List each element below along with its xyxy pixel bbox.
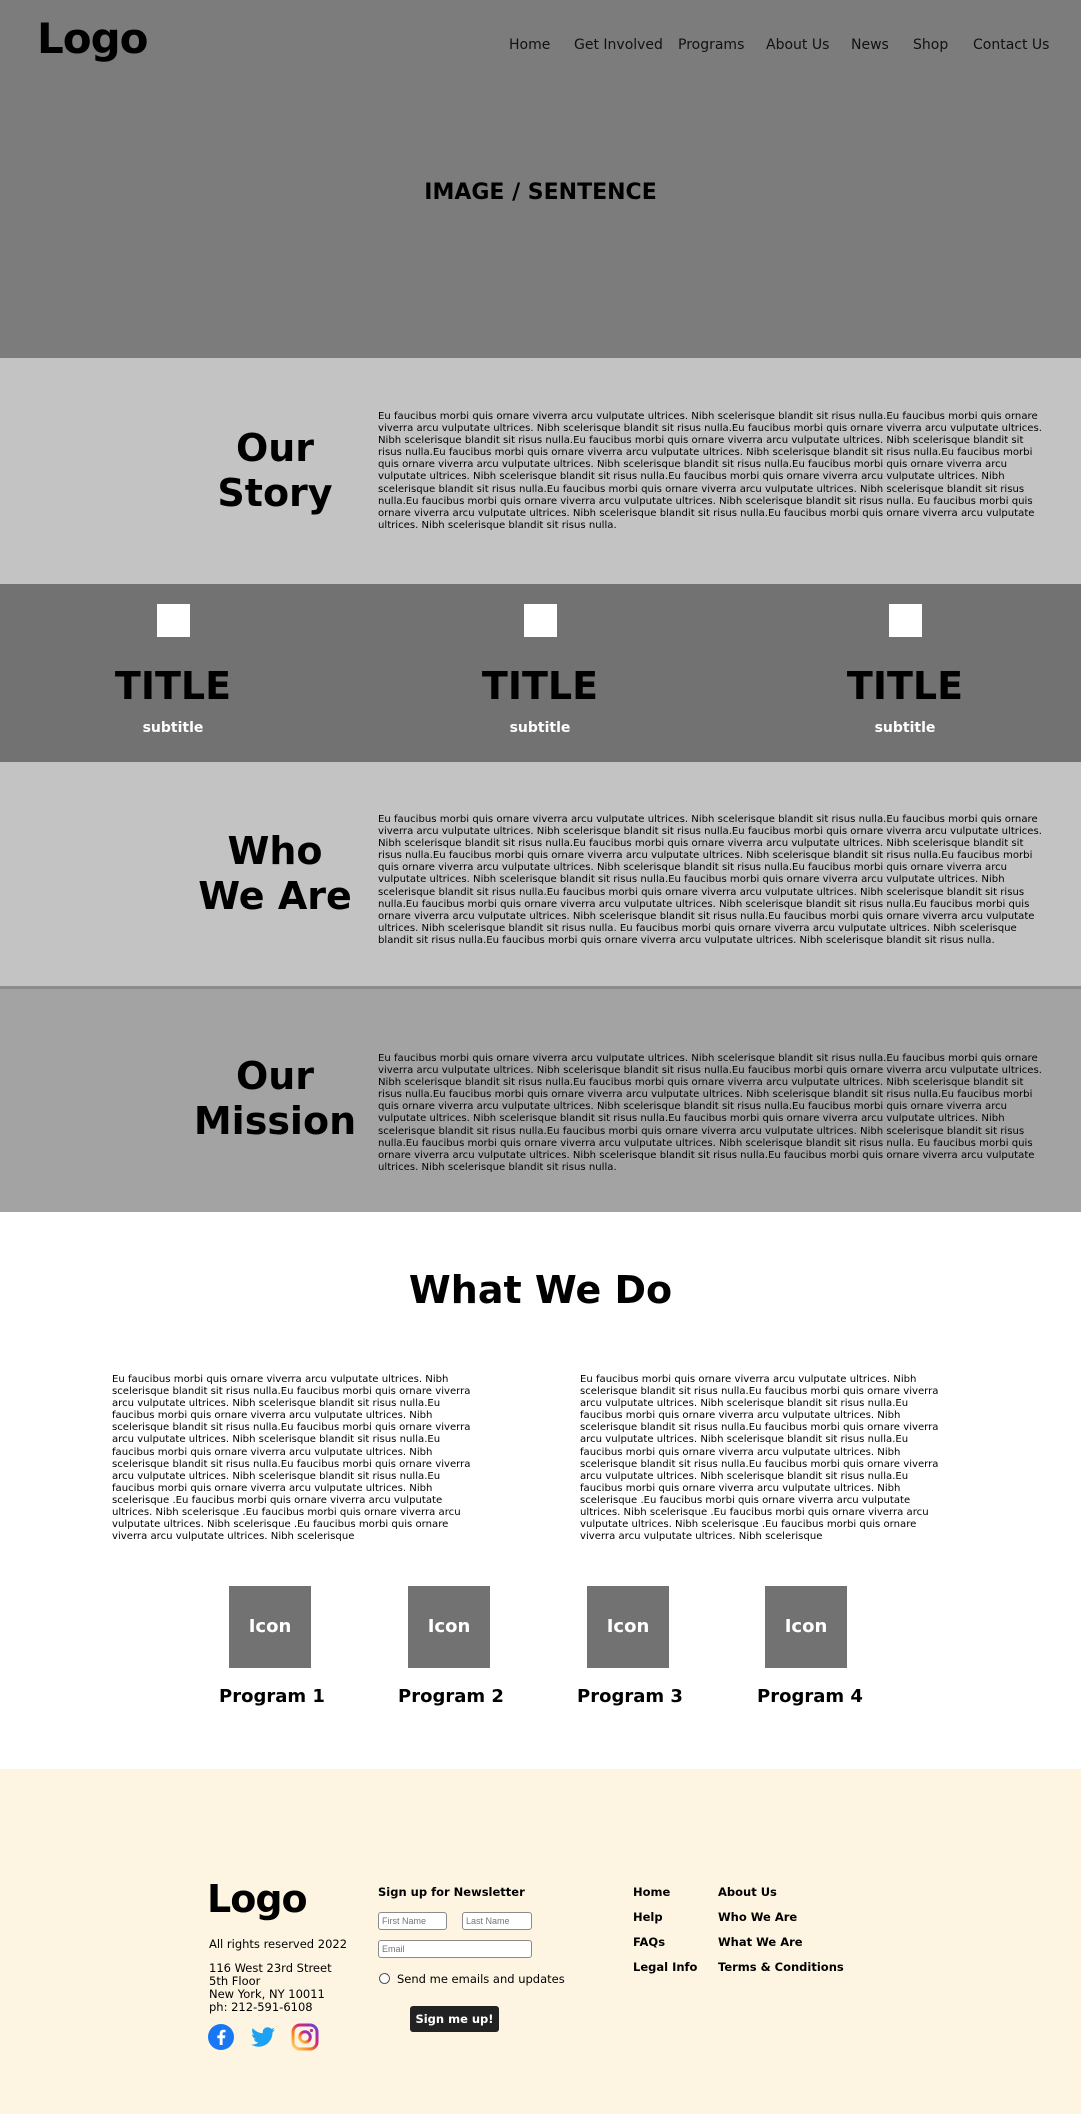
last-name-input[interactable] xyxy=(462,1912,532,1930)
what-we-do-text-right: Eu faucibus morbi quis ornare viverra ar… xyxy=(580,1374,939,1543)
program-label[interactable]: Program 3 xyxy=(550,1686,710,1707)
nav-item-get-involved[interactable]: Get Involved xyxy=(574,37,663,53)
nav-item-news[interactable]: News xyxy=(851,37,889,53)
who-we-are-title-line1: Who xyxy=(227,829,323,873)
nav-item-shop[interactable]: Shop xyxy=(913,37,948,53)
program-label[interactable]: Program 1 xyxy=(192,1686,352,1707)
instagram-icon[interactable] xyxy=(291,2023,319,2051)
feature-subtitle: subtitle xyxy=(874,720,936,736)
our-story-title-line2: Story xyxy=(217,471,333,515)
who-we-are-title: Who We Are xyxy=(175,829,375,919)
feature-subtitle: subtitle xyxy=(509,720,571,736)
program-label[interactable]: Program 4 xyxy=(730,1686,890,1707)
footer-logo[interactable]: Logo xyxy=(207,1877,308,1921)
footer: Logo All rights reserved 2022 116 West 2… xyxy=(0,1769,1081,2114)
first-name-input[interactable] xyxy=(378,1912,447,1930)
nav-item-home[interactable]: Home xyxy=(509,37,550,53)
sign-up-button[interactable]: Sign me up! xyxy=(410,2006,499,2032)
hero-text: IMAGE / SENTENCE xyxy=(424,180,657,205)
hero-section: Logo Home Get Involved Programs About Us… xyxy=(0,0,1081,358)
footer-link-legal-info[interactable]: Legal Info xyxy=(633,1960,697,1974)
feature-image-placeholder xyxy=(889,604,922,637)
program-icon[interactable]: Icon xyxy=(765,1586,847,1668)
our-mission-body: Eu faucibus morbi quis ornare viverra ar… xyxy=(378,1053,1042,1173)
feature-title: TITLE xyxy=(114,664,232,708)
footer-link-faqs[interactable]: FAQs xyxy=(633,1935,665,1949)
feature-image-placeholder xyxy=(524,604,557,637)
program-icon[interactable]: Icon xyxy=(229,1586,311,1668)
what-we-do-text-left: Eu faucibus morbi quis ornare viverra ar… xyxy=(112,1374,471,1543)
footer-link-what-we-are[interactable]: What We Are xyxy=(718,1935,803,1949)
footer-link-help[interactable]: Help xyxy=(633,1910,663,1924)
feature-strip: TITLE subtitle TITLE subtitle TITLE subt… xyxy=(0,584,1081,762)
copyright-text: All rights reserved 2022 xyxy=(209,1937,348,1951)
footer-link-about-us[interactable]: About Us xyxy=(718,1885,777,1899)
feature-subtitle: subtitle xyxy=(142,720,204,736)
our-mission-title: Our Mission xyxy=(175,1054,375,1144)
our-story-title: Our Story xyxy=(175,426,375,516)
footer-link-home[interactable]: Home xyxy=(633,1885,670,1899)
address-block: 116 West 23rd Street 5th Floor New York,… xyxy=(209,1962,332,2014)
nav-item-contact-us[interactable]: Contact Us xyxy=(973,37,1049,53)
our-story-body: Eu faucibus morbi quis ornare viverra ar… xyxy=(378,411,1042,531)
phone-number: ph: 212-591-6108 xyxy=(209,2000,313,2014)
nav-item-programs[interactable]: Programs xyxy=(678,37,744,53)
facebook-icon[interactable] xyxy=(207,2023,235,2051)
program-icon[interactable]: Icon xyxy=(587,1586,669,1668)
newsletter-title: Sign up for Newsletter xyxy=(378,1885,525,1899)
program-label[interactable]: Program 2 xyxy=(371,1686,531,1707)
our-mission-section: Our Mission Eu faucibus morbi quis ornar… xyxy=(0,989,1081,1212)
footer-link-terms[interactable]: Terms & Conditions xyxy=(718,1960,844,1974)
our-story-title-line1: Our xyxy=(235,426,315,470)
email-input[interactable] xyxy=(378,1940,532,1958)
nav-item-about-us[interactable]: About Us xyxy=(766,37,829,53)
main-nav: Home Get Involved Programs About Us News… xyxy=(0,37,1081,59)
our-story-section: Our Story Eu faucibus morbi quis ornare … xyxy=(0,358,1081,584)
feature-title: TITLE xyxy=(481,664,599,708)
feature-image-placeholder xyxy=(157,604,190,637)
our-mission-title-line1: Our xyxy=(235,1054,315,1098)
twitter-icon[interactable] xyxy=(249,2023,277,2051)
feature-title: TITLE xyxy=(846,664,964,708)
email-updates-checkbox[interactable] xyxy=(379,1973,390,1984)
who-we-are-body: Eu faucibus morbi quis ornare viverra ar… xyxy=(378,814,1042,946)
who-we-are-section: Who We Are Eu faucibus morbi quis ornare… xyxy=(0,762,1081,986)
our-mission-title-line2: Mission xyxy=(193,1099,357,1143)
email-updates-label: Send me emails and updates xyxy=(397,1972,565,1986)
footer-link-who-we-are[interactable]: Who We Are xyxy=(718,1910,797,1924)
who-we-are-title-line2: We Are xyxy=(198,874,352,918)
program-icon[interactable]: Icon xyxy=(408,1586,490,1668)
what-we-do-title: What We Do xyxy=(408,1268,673,1312)
